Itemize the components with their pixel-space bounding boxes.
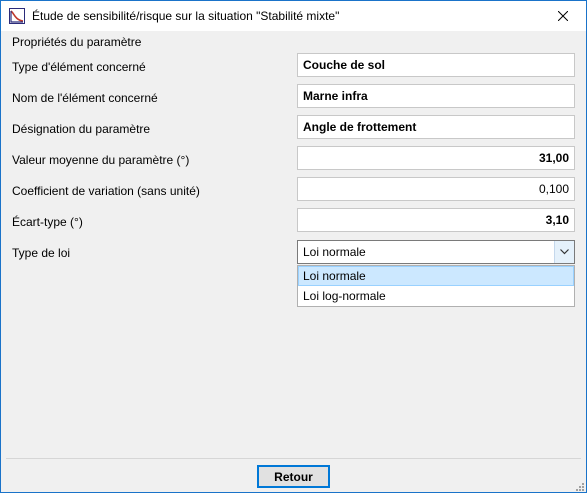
window-title: Étude de sensibilité/risque sur la situa… <box>32 9 340 23</box>
parameter-designation-field[interactable]: Angle de frottement <box>297 115 575 139</box>
mean-value-label: Valeur moyenne du paramètre (°) <box>12 153 190 167</box>
element-name-label: Nom de l'élément concerné <box>12 91 158 105</box>
section-title: Propriétés du paramètre <box>12 35 142 49</box>
law-type-selected-value: Loi normale <box>303 245 366 259</box>
chevron-down-icon[interactable] <box>554 241 574 263</box>
dialog-window: Étude de sensibilité/risque sur la situa… <box>0 0 587 493</box>
parameter-designation-label: Désignation du paramètre <box>12 122 151 136</box>
element-type-label: Type d'élément concerné <box>12 60 146 74</box>
resize-grip-icon[interactable] <box>574 480 584 491</box>
parameter-properties-panel: Propriétés du paramètre Type d'élément c… <box>6 32 581 458</box>
mean-value-field[interactable]: 31,00 <box>297 146 575 170</box>
element-type-field[interactable]: Couche de sol <box>297 53 575 77</box>
law-type-select[interactable]: Loi normale <box>297 240 575 264</box>
title-bar[interactable]: Étude de sensibilité/risque sur la situa… <box>1 1 586 31</box>
law-type-dropdown-list: Loi normale Loi log-normale <box>297 265 575 307</box>
element-name-field[interactable]: Marne infra <box>297 84 575 108</box>
std-deviation-label: Écart-type (°) <box>12 215 83 229</box>
close-icon[interactable] <box>540 1 586 31</box>
graph-app-icon <box>9 8 25 24</box>
law-type-label: Type de loi <box>12 246 71 260</box>
std-deviation-field[interactable]: 3,10 <box>297 208 575 232</box>
dropdown-option-log-normal[interactable]: Loi log-normale <box>298 286 574 306</box>
variation-coefficient-field[interactable]: 0,100 <box>297 177 575 201</box>
variation-coefficient-label: Coefficient de variation (sans unité) <box>12 184 200 198</box>
dropdown-option-normal[interactable]: Loi normale <box>298 266 574 286</box>
footer-divider <box>6 458 581 459</box>
retour-button[interactable]: Retour <box>257 465 330 488</box>
